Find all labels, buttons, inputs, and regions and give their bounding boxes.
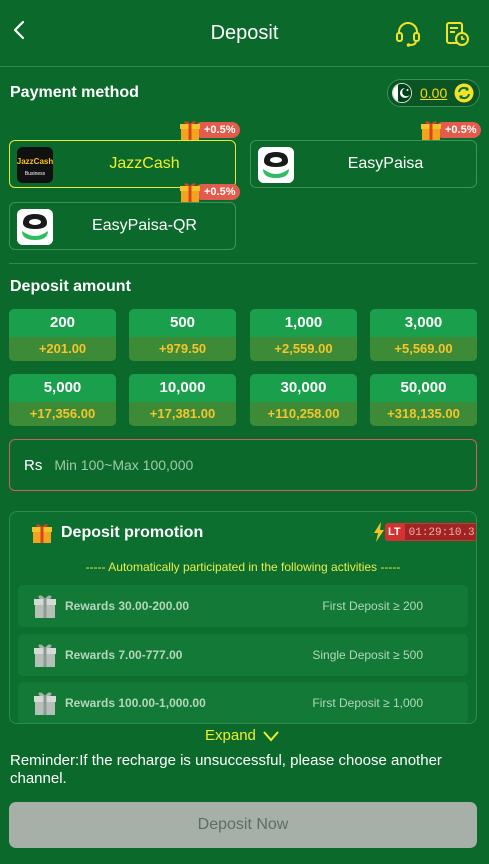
section-divider [9, 263, 477, 264]
bonus-tag: +0.5% [419, 119, 481, 141]
amount-option[interactable]: 500 +979.50 [129, 309, 236, 361]
gift-icon [32, 524, 52, 543]
gift-box-icon [34, 644, 56, 667]
amount-bonus: +201.00 [9, 337, 116, 361]
amount-value: 1,000 [250, 309, 357, 337]
currency-label: Rs [24, 456, 43, 474]
bonus-tag: +0.5% [178, 181, 240, 203]
amount-value: 3,000 [370, 309, 477, 337]
support-button[interactable] [395, 20, 421, 48]
reward-range: Rewards 30.00-200.00 [65, 599, 190, 613]
amount-value: 500 [129, 309, 236, 337]
back-button[interactable] [12, 20, 28, 42]
amount-option[interactable]: 5,000 +17,356.00 [9, 374, 116, 426]
pakistan-flag-icon [392, 83, 412, 103]
easypaisa-logo [17, 209, 53, 245]
amount-bonus: +17,381.00 [129, 402, 236, 426]
amount-input[interactable] [54, 457, 435, 473]
amount-bonus: +318,135.00 [370, 402, 477, 426]
gift-icon [180, 183, 200, 202]
gift-icon [421, 121, 441, 140]
payment-option-label: EasyPaisa-QR [92, 217, 197, 234]
promotion-row: Rewards 100.00-1,000.00 First Deposit ≥ … [18, 682, 468, 723]
balance-value[interactable]: 0.00 [420, 85, 447, 101]
payment-option-easypaisa[interactable]: EasyPaisa [250, 140, 477, 188]
history-icon [446, 22, 469, 46]
svg-text:Business: Business [25, 171, 46, 177]
amount-bonus: +2,559.00 [250, 337, 357, 361]
page-title: Deposit [210, 21, 279, 44]
amount-value: 50,000 [370, 374, 477, 402]
refresh-icon[interactable] [454, 83, 474, 103]
chevron-down-icon [263, 730, 279, 742]
gift-box-icon [34, 595, 56, 618]
header-divider [0, 66, 489, 67]
amount-option[interactable]: 10,000 +17,381.00 [129, 374, 236, 426]
gift-box-icon [34, 692, 56, 715]
deposit-amount-title: Deposit amount [10, 278, 131, 295]
deposit-now-button[interactable]: Deposit Now [9, 802, 477, 848]
lt-label: LT [385, 523, 404, 541]
gift-icon [180, 121, 200, 140]
expand-button[interactable]: Expand [205, 727, 280, 744]
deposit-promotion-panel: Deposit promotion LT 01:29:10.3 ----- Au… [9, 511, 477, 724]
chevron-left-icon [13, 20, 25, 40]
headset-icon [396, 22, 420, 47]
jazzcash-logo: JazzCash Business [17, 147, 53, 183]
app-header: Deposit [0, 0, 489, 66]
amount-value: 200 [9, 309, 116, 337]
payment-method-title: Payment method [10, 84, 139, 101]
payment-option-label: EasyPaisa [347, 155, 424, 172]
promotion-row: Rewards 30.00-200.00 First Deposit ≥ 200 [18, 585, 468, 627]
reward-condition: Single Deposit ≥ 500 [312, 648, 423, 662]
expand-label: Expand [205, 727, 256, 744]
amount-value: 30,000 [250, 374, 357, 402]
countdown-timer: 01:29:10.3 [403, 523, 476, 541]
balance-widget[interactable]: 0.00 [387, 79, 480, 107]
reward-range: Rewards 100.00-1,000.00 [65, 696, 206, 710]
promotion-subtitle: ----- Automatically participated in the … [85, 560, 401, 574]
amount-option[interactable]: 3,000 +5,569.00 [370, 309, 477, 361]
svg-text:JazzCash: JazzCash [17, 157, 53, 166]
amount-bonus: +17,356.00 [9, 402, 116, 426]
reward-condition: First Deposit ≥ 1,000 [312, 696, 423, 710]
reward-condition: First Deposit ≥ 200 [322, 599, 423, 613]
amount-bonus: +5,569.00 [370, 337, 477, 361]
promotion-row: Rewards 7.00-777.00 Single Deposit ≥ 500 [18, 634, 468, 676]
reward-range: Rewards 7.00-777.00 [65, 648, 183, 662]
reminder-text: Reminder:If the recharge is unsuccessful… [10, 752, 442, 787]
payment-option-easypaisa-qr[interactable]: EasyPaisa-QR [9, 202, 236, 250]
amount-field[interactable]: Rs [9, 439, 477, 491]
amount-value: 5,000 [9, 374, 116, 402]
amount-option[interactable]: 50,000 +318,135.00 [370, 374, 477, 426]
limited-time-badge: LT 01:29:10.3 [373, 522, 476, 542]
amount-option[interactable]: 200 +201.00 [9, 309, 116, 361]
amount-bonus: +979.50 [129, 337, 236, 361]
promotion-title: Deposit promotion [61, 524, 204, 541]
history-button[interactable] [444, 20, 470, 48]
amount-option[interactable]: 1,000 +2,559.00 [250, 309, 357, 361]
easypaisa-logo [258, 147, 294, 183]
bonus-tag: +0.5% [178, 119, 240, 141]
amount-option[interactable]: 30,000 +110,258.00 [250, 374, 357, 426]
lightning-icon [374, 522, 384, 542]
amount-value: 10,000 [129, 374, 236, 402]
amount-bonus: +110,258.00 [250, 402, 357, 426]
